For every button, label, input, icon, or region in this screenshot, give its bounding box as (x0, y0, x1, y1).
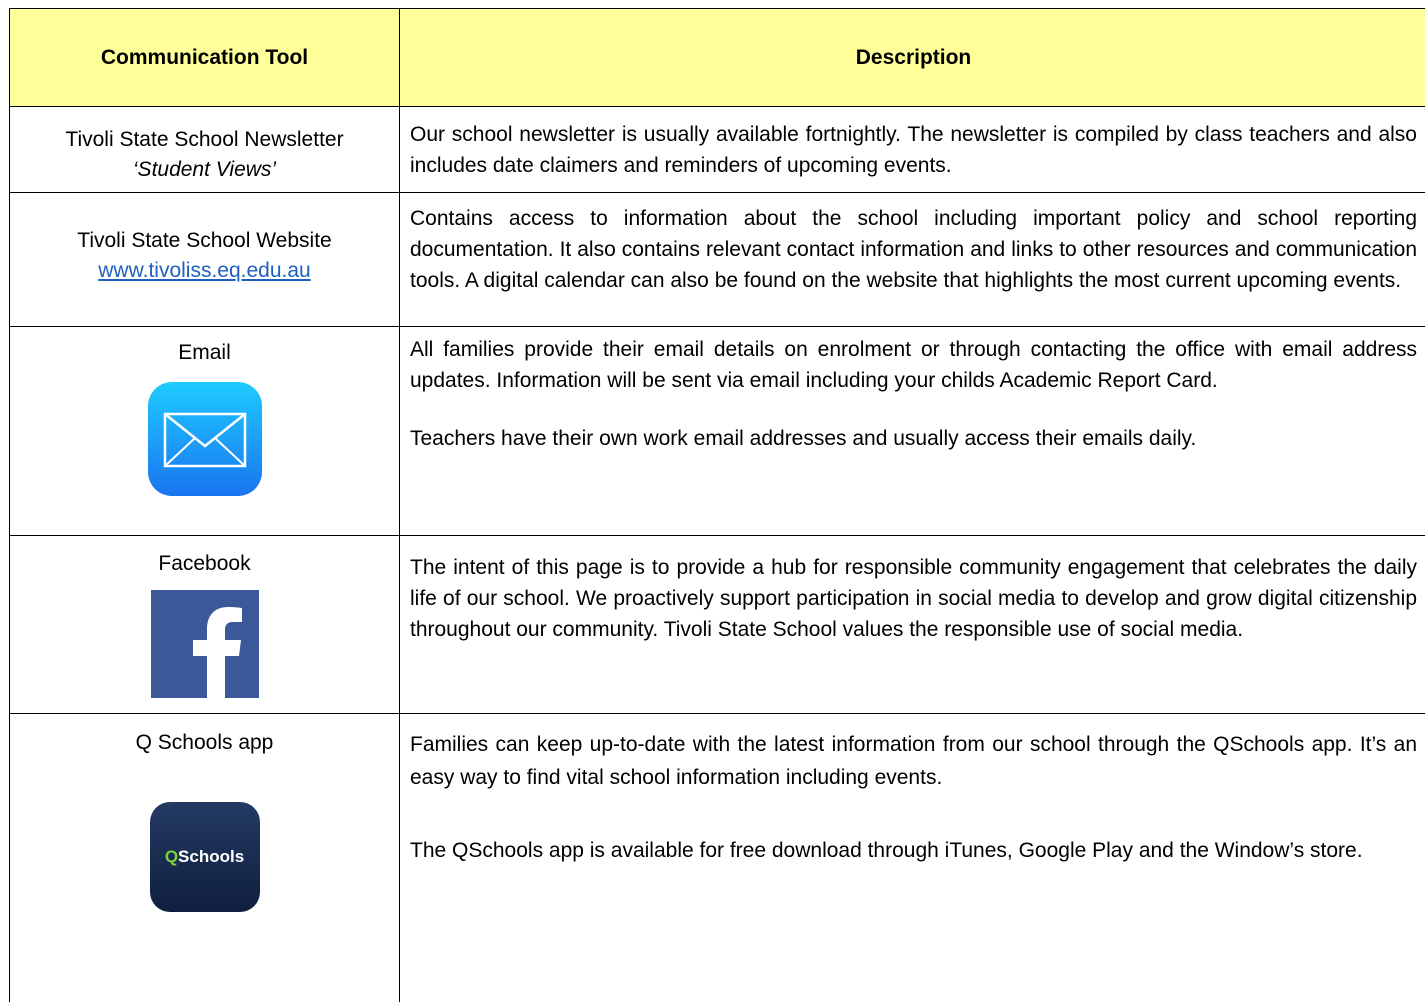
tool-cell: Q Schools app Q Schools (10, 714, 400, 1002)
header-communication-tool: Communication Tool (10, 9, 400, 106)
table-row-newsletter: Tivoli State School Newsletter ‘Student … (10, 107, 1425, 193)
description-cell: Families can keep up-to-date with the la… (400, 714, 1425, 1002)
tool-name: Email (178, 341, 231, 364)
website-link[interactable]: www.tivoliss.eq.edu.au (98, 259, 310, 282)
qschools-icon-text: Schools (178, 847, 245, 866)
tool-cell: Facebook (10, 536, 400, 713)
mail-icon (147, 382, 262, 496)
description-paragraph: Teachers have their own work email addre… (410, 427, 1197, 450)
description-cell: Our school newsletter is usually availab… (410, 123, 1417, 177)
tool-cell: Tivoli State School Newsletter ‘Student … (10, 107, 400, 192)
tool-cell: Email (10, 327, 400, 535)
tool-cell: Tivoli State School Website www.tivoliss… (10, 193, 400, 326)
qschools-icon: Q Schools (149, 802, 260, 912)
description-cell: All families provide their email details… (400, 327, 1425, 535)
tool-subtitle: ‘Student Views’ (132, 158, 277, 181)
description-paragraph: Families can keep up-to-date with the la… (410, 733, 1417, 789)
tool-name: Q Schools app (135, 731, 274, 754)
table-row-facebook: Facebook The intent of this page is to p… (10, 536, 1425, 714)
table-row-website: Tivoli State School Website www.tivoliss… (10, 193, 1425, 327)
description-paragraph: All families provide their email details… (410, 338, 1417, 392)
table-header-row: Communication Tool Description (10, 9, 1425, 107)
tool-name: Facebook (158, 552, 251, 575)
qschools-icon-q: Q (164, 847, 179, 866)
table-row-email: Email All families provide their email d… (10, 327, 1425, 536)
description-cell: The intent of this page is to provide a … (410, 556, 1417, 641)
table-row-qschools: Q Schools app Q Schools Families can keep… (10, 714, 1425, 1002)
description-paragraph: The QSchools app is available for free d… (410, 839, 1363, 862)
tool-name: Tivoli State School Newsletter (65, 128, 344, 151)
tool-name: Tivoli State School Website (77, 229, 332, 252)
header-description: Description (855, 46, 972, 69)
description-cell: Contains access to information about the… (410, 207, 1417, 292)
facebook-icon (150, 590, 259, 698)
communication-tools-table: Communication Tool Description Tivoli St… (9, 8, 1425, 1002)
